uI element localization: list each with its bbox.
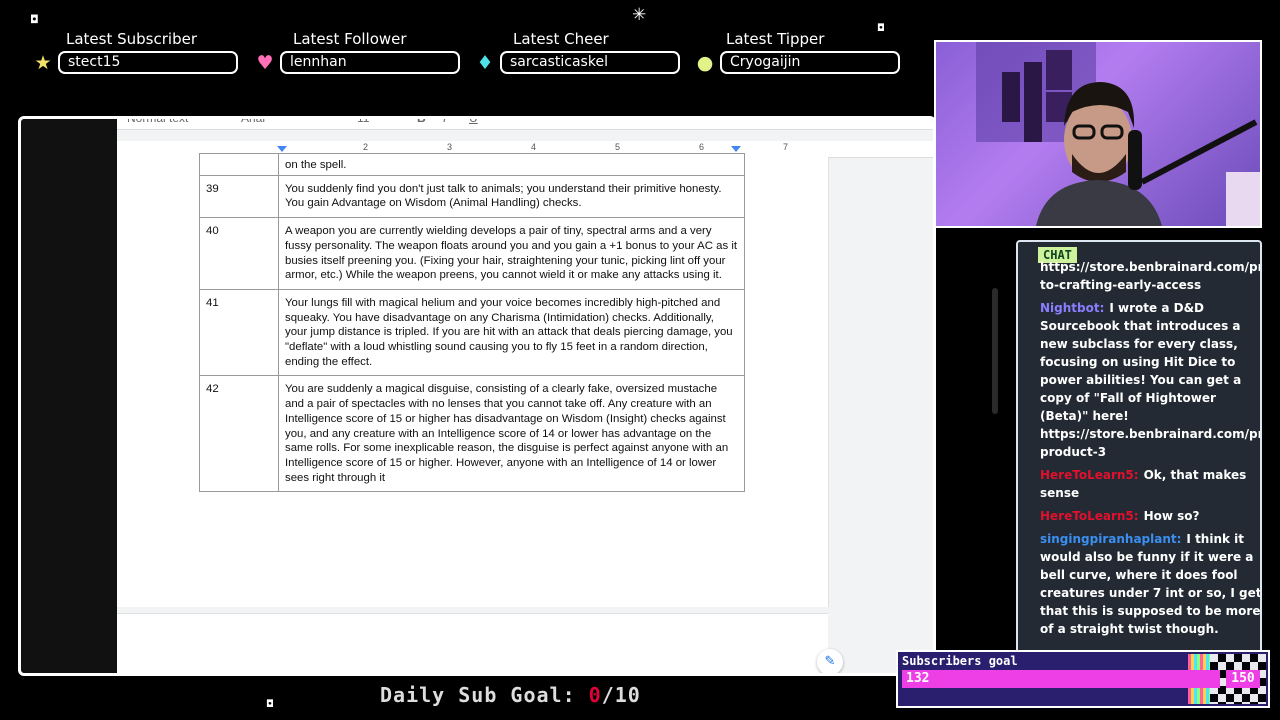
table-row: 40 A weapon you are currently wielding d… bbox=[199, 217, 745, 290]
coin-icon: ● bbox=[696, 52, 714, 74]
document-page[interactable]: on the spell. 39 You suddenly find you d… bbox=[117, 153, 829, 607]
chat-username[interactable]: Nightbot: bbox=[1040, 301, 1104, 315]
table-cell-number[interactable]: 42 bbox=[199, 375, 279, 493]
alert-label: Latest Subscriber bbox=[66, 30, 197, 48]
ruler-number: 2 bbox=[363, 142, 369, 152]
chat-message-text: I think it would also be funny if it wer… bbox=[1040, 532, 1262, 636]
streamer-webcam-image bbox=[976, 42, 1260, 226]
chat-message: HereToLearn5: Ok, that makes sense bbox=[1040, 466, 1260, 502]
screen-share-frame: Normal text Arial 11 B I U 2 3 4 5 6 7 o… bbox=[18, 116, 936, 676]
daily-sub-goal: Daily Sub Goal: 0/10 bbox=[380, 683, 641, 707]
alert-value: sarcasticaskel bbox=[500, 51, 680, 74]
chat-message-text: https://store.benbrainard.com/products/g… bbox=[1040, 260, 1262, 292]
table-cell-number[interactable]: 39 bbox=[199, 174, 279, 219]
sparkle-icon: ◘ bbox=[877, 23, 885, 34]
table-row: 41 Your lungs fill with magical helium a… bbox=[199, 288, 745, 377]
sparkle-icon: ◘ bbox=[266, 699, 274, 710]
goal-target: 150 bbox=[1226, 670, 1260, 688]
daily-goal-target: /10 bbox=[601, 683, 641, 707]
left-indent-marker[interactable] bbox=[277, 146, 287, 152]
goal-title: Subscribers goal bbox=[902, 654, 1018, 668]
table-row: 42 You are suddenly a magical disguise, … bbox=[199, 375, 745, 493]
chat-message: HereToLearn5: How so? bbox=[1040, 507, 1260, 525]
daily-goal-current: 0 bbox=[588, 683, 602, 707]
webcam-feed bbox=[934, 40, 1262, 228]
star-icon: ★ bbox=[34, 52, 52, 74]
underline-button[interactable]: U bbox=[469, 119, 478, 125]
alert-label: Latest Follower bbox=[293, 30, 407, 48]
ruler-number: 3 bbox=[447, 142, 453, 152]
table-cell-text[interactable]: A weapon you are currently wielding deve… bbox=[278, 217, 745, 290]
chat-username[interactable]: HereToLearn5: bbox=[1040, 468, 1139, 482]
right-indent-marker[interactable] bbox=[731, 146, 741, 152]
table-cell-text[interactable]: on the spell. bbox=[278, 153, 745, 176]
alert-value: Cryogaijin bbox=[720, 51, 900, 74]
table-cell-text[interactable]: You suddenly find you don't just talk to… bbox=[278, 174, 745, 219]
ruler-number: 6 bbox=[699, 142, 705, 152]
table-cell-number[interactable]: 41 bbox=[199, 288, 279, 377]
gem-icon: ♦ bbox=[476, 52, 494, 74]
format-toolbar: Normal text Arial 11 B I U bbox=[117, 119, 933, 130]
font-dropdown[interactable]: Arial bbox=[241, 119, 265, 125]
chat-messages: https://store.benbrainard.com/products/g… bbox=[1040, 260, 1262, 643]
scrollbar-thumb[interactable] bbox=[992, 288, 998, 414]
subscribers-goal-widget: Subscribers goal 132 150 bbox=[896, 650, 1270, 708]
ruler-number: 5 bbox=[615, 142, 621, 152]
document-page[interactable] bbox=[117, 613, 828, 673]
ruler-number: 4 bbox=[531, 142, 537, 152]
italic-button[interactable]: I bbox=[443, 119, 446, 125]
sparkle-icon: ◘ bbox=[30, 13, 39, 26]
table-row: 39 You suddenly find you don't just talk… bbox=[199, 174, 745, 219]
chat-panel: CHAT https://store.benbrainard.com/produ… bbox=[1016, 240, 1262, 660]
table-row: on the spell. bbox=[199, 153, 745, 176]
edit-pencil-icon[interactable]: ✎ bbox=[817, 649, 843, 673]
ruler-number: 7 bbox=[783, 142, 789, 152]
sparkle-icon: ✳ bbox=[632, 5, 647, 25]
chat-username[interactable]: HereToLearn5: bbox=[1040, 509, 1139, 523]
wild-magic-table: on the spell. 39 You suddenly find you d… bbox=[199, 153, 745, 493]
font-size-field[interactable]: 11 bbox=[357, 119, 369, 125]
goal-current: 132 bbox=[906, 671, 930, 686]
chat-message: singingpiranhaplant: I think it would als… bbox=[1040, 530, 1262, 638]
table-cell-text[interactable]: Your lungs fill with magical helium and … bbox=[278, 288, 745, 377]
chat-message-text: How so? bbox=[1143, 509, 1200, 523]
chat-message: https://store.benbrainard.com/products/g… bbox=[1040, 258, 1262, 294]
chat-message-text: I wrote a D&D Sourcebook that introduces… bbox=[1040, 301, 1262, 459]
alert-label: Latest Cheer bbox=[513, 30, 609, 48]
table-cell-number[interactable]: 40 bbox=[199, 217, 279, 290]
alert-value: lennhan bbox=[280, 51, 460, 74]
heart-icon: ♥ bbox=[256, 52, 274, 74]
daily-goal-label: Daily Sub Goal: bbox=[380, 683, 576, 707]
bold-button[interactable]: B bbox=[417, 119, 426, 125]
table-cell-text[interactable]: You are suddenly a magical disguise, con… bbox=[278, 375, 745, 493]
alert-label: Latest Tipper bbox=[726, 30, 825, 48]
style-dropdown[interactable]: Normal text bbox=[127, 119, 188, 125]
document-editor: Normal text Arial 11 B I U 2 3 4 5 6 7 o… bbox=[117, 119, 933, 673]
goal-progress-bar: 132 bbox=[902, 670, 1220, 688]
alert-value: stect15 bbox=[58, 51, 238, 74]
chat-message: Nightbot: I wrote a D&D Sourcebook that i… bbox=[1040, 299, 1262, 461]
chat-username[interactable]: singingpiranhaplant: bbox=[1040, 532, 1181, 546]
